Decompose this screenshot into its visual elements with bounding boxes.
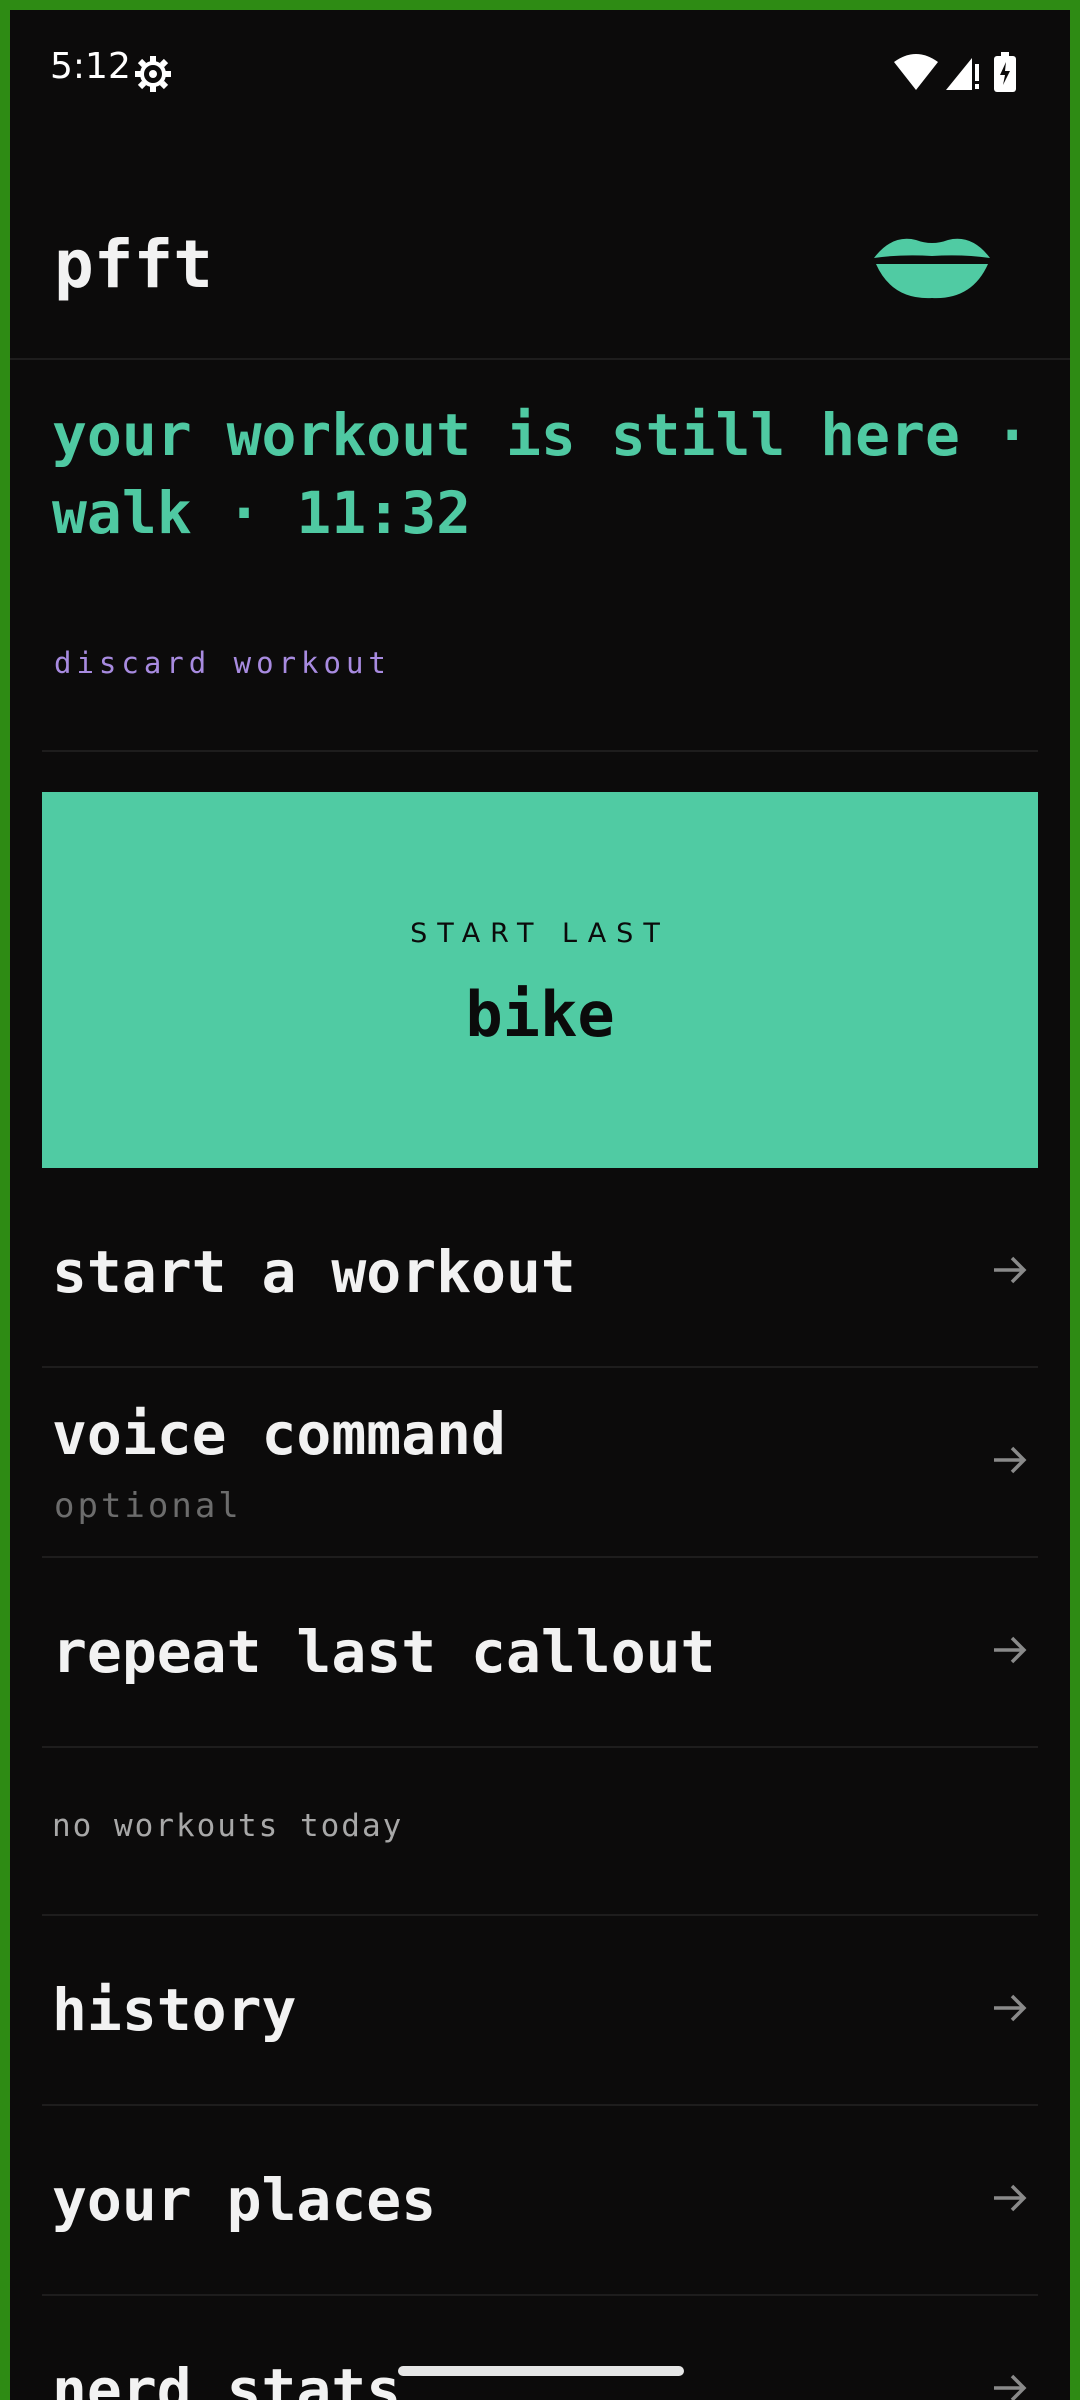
start-last-workout-button[interactable]: START LAST bike: [42, 792, 1038, 1168]
status-bar: 5:12: [10, 10, 1070, 120]
arrow-right-icon: [994, 1256, 1027, 1284]
menu-item-repeat-callout[interactable]: repeat last callout: [42, 1560, 1038, 1748]
arrow-right-icon: [994, 2374, 1027, 2400]
menu-item-label: voice command: [52, 1400, 506, 1468]
app-screen: 5:12 pfft your workout is still here · w…: [10, 10, 1070, 2400]
menu-item-label: your places: [52, 2166, 437, 2234]
menu-item-voice-command[interactable]: voice command optional: [42, 1370, 1038, 1558]
discard-workout-button[interactable]: discard workout: [54, 646, 391, 680]
signal-icon: [946, 58, 979, 90]
today-summary: no workouts today: [42, 1750, 1038, 1916]
resume-workout-message[interactable]: your workout is still here · walk · 11:3…: [52, 396, 1042, 552]
start-last-workout-name: bike: [465, 978, 615, 1051]
today-summary-text: no workouts today: [52, 1808, 404, 1844]
arrow-right-icon: [994, 1994, 1027, 2022]
wifi-icon: [894, 54, 938, 90]
menu-item-label: start a workout: [52, 1238, 576, 1306]
app-title: pfft: [54, 226, 213, 303]
app-header: pfft: [10, 120, 1070, 360]
home-indicator[interactable]: [398, 2366, 684, 2376]
menu-item-nerd-stats[interactable]: nerd stats: [42, 2298, 1038, 2400]
gear-icon: [135, 56, 171, 92]
start-last-label: START LAST: [410, 918, 670, 949]
menu-item-your-places[interactable]: your places: [42, 2108, 1038, 2296]
divider: [42, 750, 1038, 752]
menu-item-sublabel: optional: [54, 1486, 242, 1526]
arrow-right-icon: [994, 1446, 1027, 1474]
menu-item-start-workout[interactable]: start a workout: [42, 1180, 1038, 1368]
menu-item-label: repeat last callout: [52, 1618, 716, 1686]
menu-item-label: history: [52, 1976, 297, 2044]
battery-charging-icon: [994, 52, 1016, 92]
menu-item-history[interactable]: history: [42, 1918, 1038, 2106]
resume-workout-banner[interactable]: your workout is still here · walk · 11:3…: [10, 360, 1070, 760]
lips-icon: [874, 238, 990, 299]
arrow-right-icon: [994, 1636, 1027, 1664]
status-time: 5:12: [50, 46, 131, 87]
arrow-right-icon: [994, 2184, 1027, 2212]
menu-item-label: nerd stats: [52, 2356, 402, 2400]
